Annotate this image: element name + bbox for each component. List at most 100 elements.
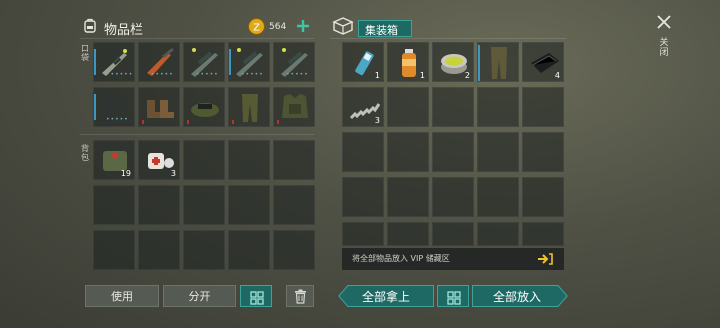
durability-dots: •••••• <box>106 71 134 78</box>
add-coins-button[interactable] <box>295 18 311 34</box>
grid-icon <box>447 290 461 309</box>
pocket-backpack-divider <box>80 134 314 135</box>
pocket-slot-8[interactable] <box>183 87 225 127</box>
backpack-slot-5[interactable] <box>273 140 315 180</box>
durability-dots: ••••• <box>241 71 264 78</box>
backpack-slot-1[interactable]: 19 <box>93 140 135 180</box>
container-slot-8[interactable] <box>432 87 474 127</box>
durability-dots: ••••• <box>196 71 219 78</box>
container-slot-12[interactable] <box>387 132 429 172</box>
item-count: 1 <box>374 71 380 80</box>
backpack-slot-10[interactable] <box>273 185 315 225</box>
inventory-header-divider <box>80 38 314 39</box>
pocket-slot-5[interactable]: ••••• <box>273 42 315 82</box>
pocket-slot-4[interactable]: ••••• <box>228 42 270 82</box>
pocket-slot-2[interactable]: ••••• <box>138 42 180 82</box>
item-count: 2 <box>464 71 470 80</box>
container-slot-9[interactable] <box>477 87 519 127</box>
boots-icon <box>139 100 181 132</box>
container-slot-14[interactable] <box>477 132 519 172</box>
coin-icon: Z <box>248 18 265 35</box>
backpack-slot-7[interactable] <box>138 185 180 225</box>
close-icon <box>656 14 672 34</box>
backpack-slot-15[interactable] <box>273 230 315 270</box>
container-title-tab: 集装箱 <box>358 20 412 37</box>
pocket-slot-7[interactable] <box>138 87 180 127</box>
container-slot-22[interactable] <box>387 222 429 246</box>
durability-dots: ••••• <box>151 71 174 78</box>
sort-container-button[interactable] <box>437 285 469 307</box>
trash-icon <box>294 289 307 308</box>
pocket-label: 口袋 <box>81 44 89 62</box>
use-button[interactable]: 使用 <box>85 285 159 307</box>
backpack-slot-4[interactable] <box>228 140 270 180</box>
svg-text:Z: Z <box>253 23 260 34</box>
container-slot-4[interactable] <box>477 42 519 82</box>
backpack-slot-6[interactable] <box>93 185 135 225</box>
armor-vest-icon <box>274 94 316 132</box>
backpack-icon <box>82 17 98 33</box>
cap-icon <box>184 103 226 132</box>
inventory-title: 物品栏 <box>104 23 144 38</box>
container-slot-21[interactable] <box>342 222 384 246</box>
backpack-slot-9[interactable] <box>228 185 270 225</box>
backpack-slot-2[interactable]: 3 <box>138 140 180 180</box>
transfer-arrow-icon[interactable] <box>534 251 556 267</box>
backpack-label: 背包 <box>81 144 89 162</box>
pocket-slot-9[interactable] <box>228 87 270 127</box>
close-button[interactable]: 关闭 <box>652 12 676 68</box>
container-slot-2[interactable]: 1 <box>387 42 429 82</box>
backpack-slot-14[interactable] <box>228 230 270 270</box>
trousers-icon <box>478 47 520 87</box>
container-title: 集装箱 <box>365 24 398 37</box>
take-all-label: 全部拿上 <box>361 290 410 304</box>
container-header-divider <box>330 38 566 39</box>
container-slot-10[interactable] <box>522 87 564 127</box>
container-slot-6[interactable]: 3 <box>342 87 384 127</box>
vip-storage-text: 将全部物品放入 VIP 储藏区 <box>352 254 450 263</box>
close-label: 关闭 <box>659 38 669 58</box>
item-count: 3 <box>374 116 380 125</box>
container-slot-23[interactable] <box>432 222 474 246</box>
vip-storage-bar[interactable]: 将全部物品放入 VIP 储藏区 <box>342 248 564 270</box>
grid-icon <box>250 290 264 309</box>
pocket-slot-3[interactable]: ••••• <box>183 42 225 82</box>
put-all-label: 全部放入 <box>492 290 541 304</box>
container-slot-17[interactable] <box>387 177 429 217</box>
container-slot-15[interactable] <box>522 132 564 172</box>
put-all-button[interactable]: 全部放入 <box>472 285 568 307</box>
container-slot-18[interactable] <box>432 177 474 217</box>
backpack-slot-13[interactable] <box>183 230 225 270</box>
backpack-slot-11[interactable] <box>93 230 135 270</box>
durability-dots: ••••• <box>286 71 309 78</box>
container-slot-5[interactable]: 4 <box>522 42 564 82</box>
item-count: 4 <box>554 71 560 80</box>
container-slot-19[interactable] <box>477 177 519 217</box>
pants-icon <box>229 94 271 132</box>
backpack-slot-12[interactable] <box>138 230 180 270</box>
pocket-slot-1[interactable]: •••••• <box>93 42 135 82</box>
container-slot-16[interactable] <box>342 177 384 217</box>
container-slot-3[interactable]: 2 <box>432 42 474 82</box>
sort-button[interactable] <box>240 285 272 307</box>
container-slot-24[interactable] <box>477 222 519 246</box>
container-slot-25[interactable] <box>522 222 564 246</box>
container-slot-7[interactable] <box>387 87 429 127</box>
pocket-slot-6[interactable]: ••••• <box>93 87 135 127</box>
container-slot-11[interactable] <box>342 132 384 172</box>
item-count: 1 <box>419 71 425 80</box>
item-count: 19 <box>120 169 131 178</box>
durability-dots: ••••• <box>106 116 129 123</box>
split-button[interactable]: 分开 <box>163 285 236 307</box>
backpack-slot-3[interactable] <box>183 140 225 180</box>
coin-count: 564 <box>269 22 287 32</box>
pocket-slot-10[interactable] <box>273 87 315 127</box>
trash-button[interactable] <box>286 285 314 307</box>
backpack-slot-8[interactable] <box>183 185 225 225</box>
container-slot-13[interactable] <box>432 132 474 172</box>
container-slot-20[interactable] <box>522 177 564 217</box>
take-all-button[interactable]: 全部拿上 <box>338 285 434 307</box>
item-count: 3 <box>170 169 176 178</box>
container-slot-1[interactable]: 1 <box>342 42 384 82</box>
container-icon <box>332 16 354 36</box>
